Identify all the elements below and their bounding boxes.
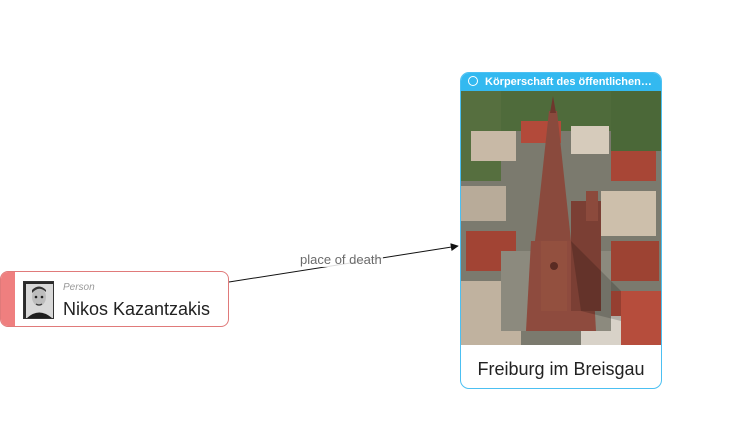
place-node-header: Körperschaft des öffentlichen… — [461, 73, 661, 91]
circle-icon — [468, 76, 478, 86]
person-type-label: Person — [63, 282, 95, 293]
place-name[interactable]: Freiburg im Breisgau — [461, 359, 661, 380]
person-avatar — [23, 281, 54, 319]
edge-label-place-of-death[interactable]: place of death — [299, 252, 383, 267]
person-name[interactable]: Nikos Kazantzakis — [63, 299, 210, 320]
place-node[interactable]: Körperschaft des öffentlichen… Freiburg … — [460, 72, 662, 389]
graph-canvas[interactable]: place of death Person Nikos Kazantzakis … — [0, 0, 736, 447]
person-node[interactable]: Person Nikos Kazantzakis — [0, 271, 229, 327]
person-color-stripe — [1, 272, 15, 326]
place-header-label: Körperschaft des öffentlichen… — [485, 76, 652, 88]
place-photo — [461, 91, 661, 345]
